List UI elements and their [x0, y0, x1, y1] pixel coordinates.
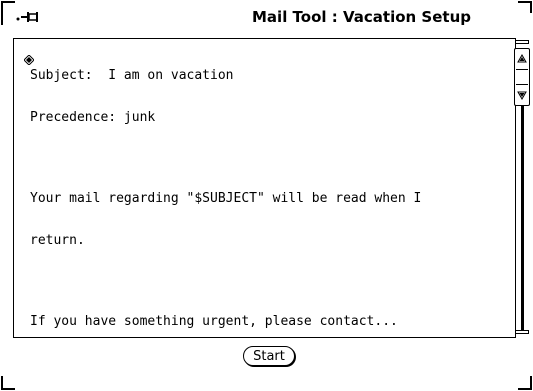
message-line-body-2: return.	[30, 233, 85, 248]
scroll-up-arrow-icon[interactable]	[516, 51, 528, 67]
window-title: Mail Tool : Vacation Setup	[252, 8, 471, 26]
message-text-pane[interactable]: Subject: I am on vacation Precedence: ju…	[13, 38, 516, 338]
message-line-precedence: Precedence: junk	[30, 110, 156, 125]
message-line-body-1: Your mail regarding "$SUBJECT" will be r…	[30, 191, 422, 206]
start-button[interactable]: Start	[243, 346, 295, 366]
scroll-down-arrow-icon[interactable]	[516, 87, 528, 103]
pushpin-icon[interactable]	[14, 8, 44, 26]
message-line-subject: Subject: I am on vacation	[30, 68, 234, 83]
scrollbar-top-anchor[interactable]	[515, 40, 529, 44]
resize-corner-bottom-left[interactable]	[1, 376, 15, 390]
scrollbar-elevator[interactable]	[514, 48, 530, 106]
resize-corner-bottom-right[interactable]	[518, 376, 532, 390]
vacation-setup-window: Mail Tool : Vacation Setup Subject: I am…	[0, 0, 533, 391]
scrollbar-cable[interactable]	[521, 102, 524, 330]
message-text-area[interactable]: Subject: I am on vacation Precedence: ju…	[14, 39, 499, 337]
vertical-scrollbar[interactable]	[511, 38, 533, 343]
message-line-body-3: If you have something urgent, please con…	[30, 314, 398, 329]
title-bar: Mail Tool : Vacation Setup	[0, 6, 533, 34]
button-footer: Start	[0, 344, 533, 374]
scrollbar-bottom-anchor[interactable]	[515, 330, 529, 334]
scrollbar-drag-area[interactable]	[516, 69, 528, 85]
